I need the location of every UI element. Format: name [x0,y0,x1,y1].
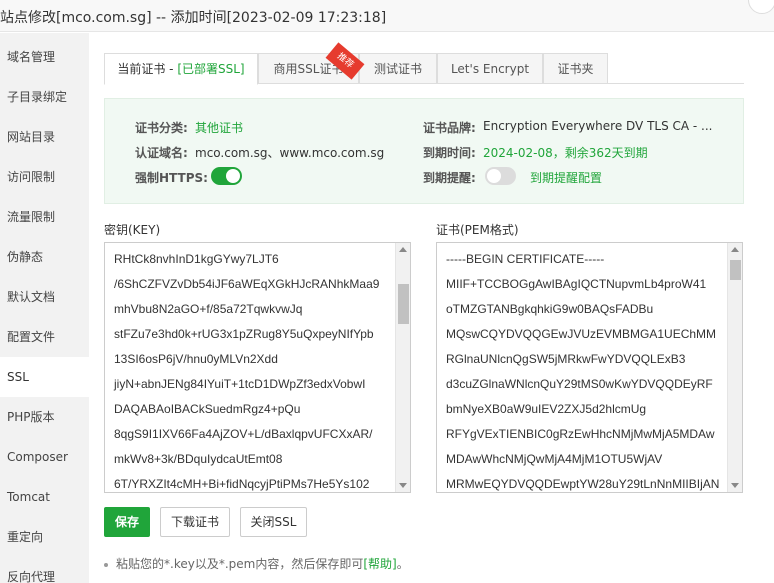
dialog-titlebar: 站点修改[mco.com.sg] -- 添加时间[2023-02-09 17:2… [0,0,774,32]
force-https-label: 强制HTTPS: [135,171,208,185]
key-scrollbar[interactable] [395,243,410,492]
save-button[interactable]: 保存 [104,507,150,537]
expiry-reminder-label: 到期提醒: [423,171,476,185]
key-line: mhVbu8N2aGO+f/85a72TqwkvwJq [114,302,303,316]
ssl-tabs: 当前证书 - [已部署SSL] 商用SSL证书 测试证书 Let's Encry… [104,53,744,85]
disable-ssl-button[interactable]: 关闭SSL [240,507,307,537]
scroll-down-icon[interactable] [399,483,407,488]
sidebar-item-config[interactable]: 配置文件 [0,317,89,357]
expiry-reminder-toggle[interactable] [485,167,516,185]
key-line: /6ShCZFVZvDb54iJF6aWEqXGkHJcRANhkMaa9 [114,277,380,291]
scroll-down-icon[interactable] [731,483,739,488]
scroll-up-icon[interactable] [399,247,407,252]
cert-textarea[interactable]: -----BEGIN CERTIFICATE----- MIIF+TCCBOGg… [436,242,743,493]
cert-domains-value: mco.com.sg、www.mco.com.sg [195,146,385,160]
tip-line: 粘贴您的*.key以及*.pem内容，然后保存即可[帮助]。 [104,555,409,572]
key-line: mkWv8+3k/BDquIydcaUtEmt08 [114,452,283,466]
tab-current-cert[interactable]: 当前证书 - [已部署SSL] [104,53,258,85]
tab-lets-encrypt[interactable]: Let's Encrypt [437,53,543,84]
cert-line: bmNyeXB0aW9uIEV2ZXJ5d2hlcmUg [446,402,647,416]
cert-line: MQswCQYDVQQGEwJVUzEVMBMGA1UEChMM [446,327,717,341]
sidebar-item-php[interactable]: PHP版本 [0,397,89,437]
sidebar-item-traffic[interactable]: 流量限制 [0,197,89,237]
cert-line: MIIF+TCCBOGgAwIBAgIQCTNupvmLb4proW41 [446,277,707,291]
cert-expiry-label: 到期时间: [423,146,476,160]
key-line: jiyN+abnJENg84IYuiT+1tcD1DWpZf3edxVobwI [114,377,366,391]
tab-current-cert-status: [已部署SSL] [177,62,245,76]
key-line: 6T/YRXZIt4cMH+Bi+fidNqcyjPtiPMs7He5Ys102 [114,477,370,491]
sidebar-item-composer[interactable]: Composer [0,437,89,477]
cert-scroll-thumb[interactable] [730,260,741,280]
cert-label: 证书(PEM格式) [436,223,519,237]
key-line: RHtCk8nvhInD1kgGYwy7LJT6 [114,252,279,266]
sidebar-item-rewrite[interactable]: 伪静态 [0,237,89,277]
sidebar-item-redirect[interactable]: 重定向 [0,517,89,557]
cert-expiry-value: 2024-02-08，剩余362天到期 [483,146,648,160]
expiry-reminder-config-link[interactable]: 到期提醒配置 [530,169,602,186]
key-label: 密钥(KEY) [104,223,161,237]
cert-line: -----BEGIN CERTIFICATE----- [446,252,605,266]
sidebar-item-domain[interactable]: 域名管理 [0,37,89,77]
key-textarea[interactable]: RHtCk8nvhInD1kgGYwy7LJT6 /6ShCZFVZvDb54i… [104,242,411,493]
sidebar: 域名管理 子目录绑定 网站目录 访问限制 流量限制 伪静态 默认文档 配置文件 … [0,33,89,583]
sidebar-item-tomcat[interactable]: Tomcat [0,477,89,517]
sidebar-item-proxy[interactable]: 反向代理 [0,557,89,583]
dialog-title: 站点修改[mco.com.sg] -- 添加时间[2023-02-09 17:2… [0,10,387,26]
sidebar-item-site-dir[interactable]: 网站目录 [0,117,89,157]
tab-current-cert-label: 当前证书 - [117,62,178,76]
force-https-toggle[interactable] [211,167,242,185]
key-line: 13SI6osP6jV/hnu0yMLVn2Xdd [114,352,278,366]
cert-brand-label: 证书品牌: [423,121,476,135]
cert-line: RGlnaUNlcnQgSW5jMRkwFwYDVQQLExB3 [446,352,686,366]
sidebar-item-access[interactable]: 访问限制 [0,157,89,197]
help-link[interactable]: [帮助] [363,557,396,571]
cert-domains-label: 认证域名: [135,146,188,160]
close-icon[interactable] [748,0,774,14]
bullet-icon [104,562,108,567]
sidebar-item-ssl[interactable]: SSL [0,357,89,397]
key-line: DAQABAoIBACkSuedmRgz4+pQu [114,402,301,416]
cert-line: oTMZGTANBgkqhkiG9w0BAQsFADBu [446,302,654,316]
download-cert-button[interactable]: 下载证书 [160,507,230,537]
sidebar-item-default-doc[interactable]: 默认文档 [0,277,89,317]
cert-info-box: 证书分类: 其他证书 证书品牌: Encryption Everywhere D… [104,98,744,204]
cert-category-label: 证书分类: [135,121,188,135]
cert-line: MRMwEQYDVQQDEwptYW28uY29tLnNnMIIBIjAN [446,477,720,491]
sidebar-item-subdir[interactable]: 子目录绑定 [0,77,89,117]
cert-line: RFYgVExTIENBIC0gRzEwHhcNMjMwMjA5MDAw [446,427,715,441]
cert-line: d3cuZGlnaWNlcnQuY29tMS0wKwYDVQQDEyRF [446,377,713,391]
cert-line: MDAwWhcNMjQwMjA4MjM1OTU5WjAV [446,452,663,466]
tip-text: 粘贴您的*.key以及*.pem内容，然后保存即可 [116,557,364,571]
tab-test-cert[interactable]: 测试证书 [359,53,437,84]
cert-scrollbar[interactable] [727,243,742,492]
ssl-panel: 当前证书 - [已部署SSL] 商用SSL证书 测试证书 Let's Encry… [90,33,774,583]
tab-cert-folder[interactable]: 证书夹 [543,53,608,84]
key-scroll-thumb[interactable] [398,284,409,324]
key-line: stFZu7e3hd0k+rUG3x1pZRug8Y5uQxpeyNIfYpb [114,327,374,341]
cert-category-value: 其他证书 [195,121,244,135]
key-line: 8qgS9I1IXV66Fa4AjZOV+L/dBaxlqpvUFCXxAR/ [114,427,373,441]
scroll-up-icon[interactable] [731,247,739,252]
cert-brand-value: Encryption Everywhere DV TLS CA - ... [483,119,713,133]
tip-suffix: 。 [396,557,409,571]
